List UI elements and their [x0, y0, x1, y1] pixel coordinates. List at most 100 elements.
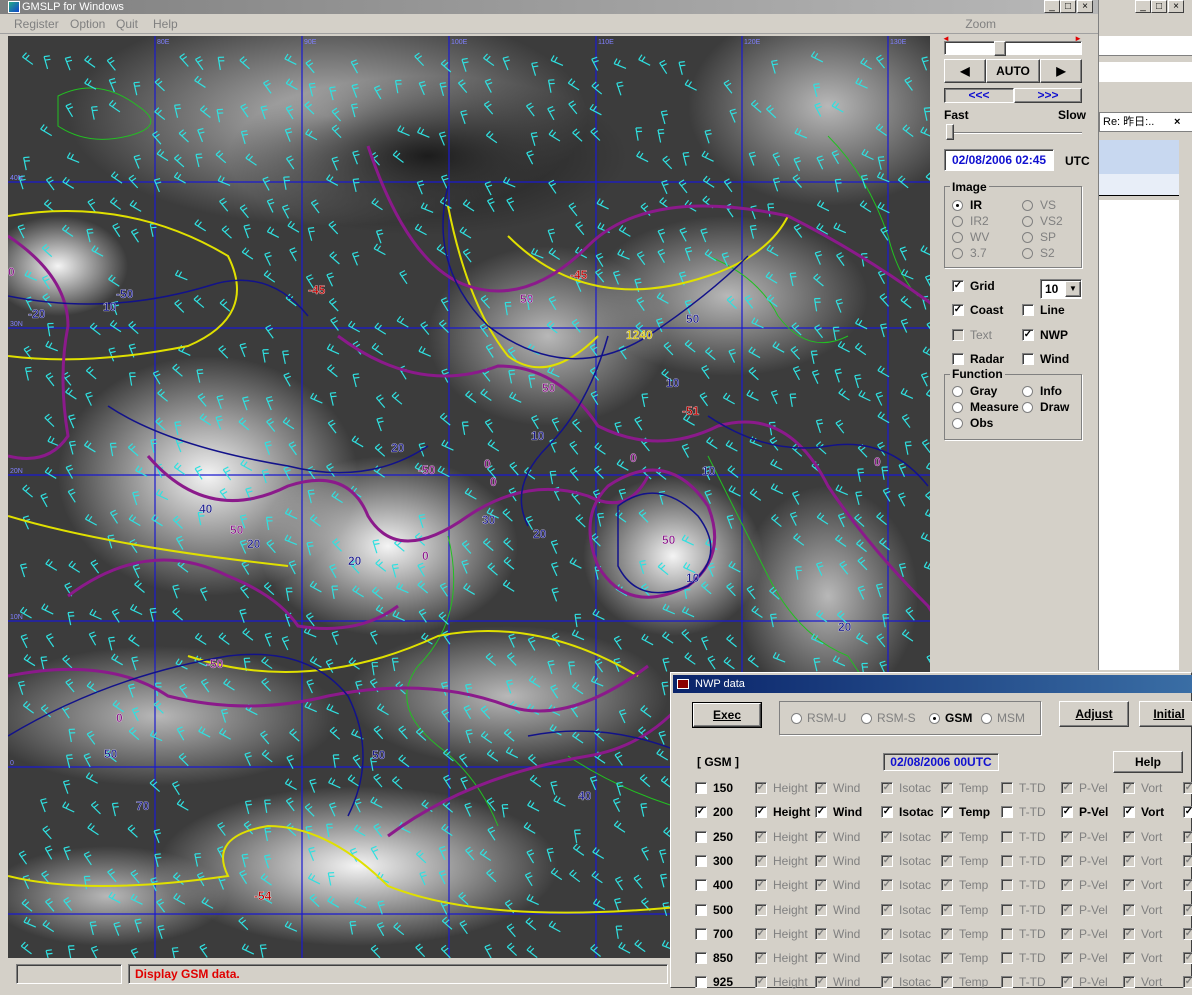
param-checkbox[interactable]: ✓	[881, 854, 893, 867]
forward-button[interactable]: >>>	[1014, 88, 1082, 103]
menu-register[interactable]: Register	[14, 17, 59, 31]
param-checkbox[interactable]: ✓	[881, 879, 893, 892]
param-checkbox[interactable]: ✓	[815, 903, 827, 916]
param-checkbox[interactable]: ✓	[941, 854, 953, 867]
image-radio-3[interactable]	[1022, 216, 1033, 227]
level-checkbox[interactable]	[695, 927, 707, 940]
param-checkbox-extra[interactable]: ✓	[1183, 952, 1192, 965]
param-checkbox[interactable]: ✓	[881, 903, 893, 916]
param-checkbox-extra[interactable]: ✓	[1183, 976, 1192, 989]
speed-slider-thumb[interactable]	[946, 124, 954, 140]
param-checkbox[interactable]: ✓	[1123, 927, 1135, 940]
model-radio-2[interactable]	[929, 713, 940, 724]
menu-zoom[interactable]: Zoom	[965, 17, 996, 31]
image-radio-5[interactable]	[1022, 232, 1033, 243]
param-checkbox[interactable]: ✓	[881, 782, 893, 794]
param-checkbox[interactable]: ✓	[941, 879, 953, 892]
param-checkbox-extra[interactable]: ✓	[1183, 830, 1192, 843]
grid-checkbox[interactable]: ✓	[952, 280, 964, 292]
level-checkbox[interactable]	[695, 879, 707, 892]
param-checkbox[interactable]	[1001, 806, 1013, 819]
param-checkbox[interactable]: ✓	[815, 879, 827, 892]
radar-checkbox[interactable]	[952, 353, 964, 365]
param-checkbox[interactable]: ✓	[881, 830, 893, 843]
param-checkbox[interactable]: ✓	[755, 952, 767, 965]
function-radio-4[interactable]	[952, 418, 963, 429]
param-checkbox[interactable]: ✓	[1123, 879, 1135, 892]
param-checkbox[interactable]: ✓	[815, 952, 827, 965]
level-checkbox[interactable]	[695, 854, 707, 867]
level-checkbox[interactable]	[695, 903, 707, 916]
param-checkbox[interactable]: ✓	[1061, 806, 1073, 819]
param-checkbox[interactable]: ✓	[755, 806, 767, 819]
level-checkbox[interactable]	[695, 952, 707, 965]
param-checkbox[interactable]	[1001, 903, 1013, 916]
image-radio-0[interactable]	[952, 200, 963, 211]
param-checkbox[interactable]	[1001, 976, 1013, 989]
param-checkbox[interactable]: ✓	[881, 806, 893, 819]
image-radio-1[interactable]	[1022, 200, 1033, 211]
level-checkbox[interactable]	[695, 976, 707, 989]
param-checkbox[interactable]: ✓	[815, 830, 827, 843]
model-radio-1[interactable]	[861, 713, 872, 724]
nwp-checkbox[interactable]: ✓	[1022, 329, 1034, 341]
param-checkbox[interactable]: ✓	[1123, 903, 1135, 916]
param-checkbox-extra[interactable]: ✓	[1183, 903, 1192, 916]
param-checkbox[interactable]: ✓	[755, 976, 767, 989]
param-checkbox[interactable]: ✓	[1123, 830, 1135, 843]
param-checkbox[interactable]: ✓	[1123, 854, 1135, 867]
param-checkbox[interactable]: ✓	[941, 952, 953, 965]
frame-slider-thumb[interactable]	[994, 41, 1006, 56]
param-checkbox[interactable]: ✓	[1123, 806, 1135, 819]
param-checkbox[interactable]: ✓	[941, 927, 953, 940]
level-checkbox[interactable]	[695, 830, 707, 843]
param-checkbox[interactable]: ✓	[881, 976, 893, 989]
image-radio-7[interactable]	[1022, 248, 1033, 259]
function-radio-0[interactable]	[952, 386, 963, 397]
param-checkbox[interactable]: ✓	[755, 830, 767, 843]
param-checkbox-extra[interactable]: ✓	[1183, 782, 1192, 794]
param-checkbox[interactable]: ✓	[1061, 782, 1073, 794]
text-checkbox[interactable]	[952, 329, 964, 341]
menu-quit[interactable]: Quit	[116, 17, 138, 31]
param-checkbox[interactable]	[1001, 830, 1013, 843]
chevron-down-icon[interactable]: ▼	[1065, 281, 1081, 297]
wind-checkbox[interactable]	[1022, 353, 1034, 365]
param-checkbox[interactable]: ✓	[755, 782, 767, 794]
coast-checkbox[interactable]: ✓	[952, 304, 964, 316]
param-checkbox[interactable]: ✓	[1061, 952, 1073, 965]
param-checkbox[interactable]: ✓	[1061, 830, 1073, 843]
param-checkbox[interactable]: ✓	[815, 927, 827, 940]
param-checkbox[interactable]: ✓	[1123, 782, 1135, 794]
param-checkbox[interactable]: ✓	[815, 854, 827, 867]
image-radio-6[interactable]	[952, 248, 963, 259]
param-checkbox[interactable]: ✓	[1061, 927, 1073, 940]
image-radio-2[interactable]	[952, 216, 963, 227]
next-frame-button[interactable]: ▶	[1040, 59, 1082, 83]
minimize-button[interactable]: _	[1044, 0, 1060, 13]
param-checkbox[interactable]: ✓	[815, 782, 827, 794]
model-radio-0[interactable]	[791, 713, 802, 724]
param-checkbox[interactable]: ✓	[941, 782, 953, 794]
bg-maximize-button[interactable]: □	[1151, 0, 1167, 13]
menu-help[interactable]: Help	[153, 17, 178, 31]
function-radio-2[interactable]	[952, 402, 963, 413]
model-radio-3[interactable]	[981, 713, 992, 724]
param-checkbox[interactable]: ✓	[815, 976, 827, 989]
param-checkbox-extra[interactable]: ✓	[1183, 879, 1192, 892]
param-checkbox[interactable]: ✓	[881, 927, 893, 940]
param-checkbox[interactable]: ✓	[941, 976, 953, 989]
line-checkbox[interactable]	[1022, 304, 1034, 316]
rewind-button[interactable]: <<<	[944, 88, 1014, 103]
param-checkbox[interactable]: ✓	[1061, 879, 1073, 892]
param-checkbox[interactable]: ✓	[941, 830, 953, 843]
param-checkbox[interactable]: ✓	[1061, 903, 1073, 916]
level-checkbox[interactable]: ✓	[695, 806, 707, 819]
bg-close-button[interactable]: ×	[1168, 0, 1184, 13]
bg-minimize-button[interactable]: _	[1135, 0, 1151, 13]
param-checkbox[interactable]: ✓	[815, 806, 827, 819]
param-checkbox-extra[interactable]: ✓	[1183, 854, 1192, 867]
param-checkbox[interactable]: ✓	[755, 879, 767, 892]
close-button[interactable]: ×	[1077, 0, 1093, 13]
param-checkbox[interactable]: ✓	[941, 903, 953, 916]
